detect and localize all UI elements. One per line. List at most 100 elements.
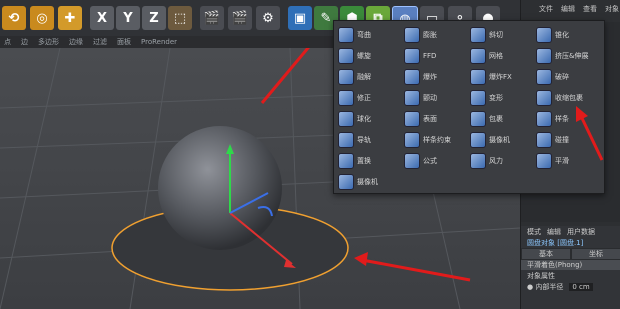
deformer-icon (470, 48, 486, 64)
deformer-label: 融解 (357, 73, 371, 81)
deformer-label: 网格 (489, 52, 503, 60)
deformer-label: 斜切 (489, 31, 503, 39)
deformer-label: 变形 (489, 94, 503, 102)
deformer-icon (536, 27, 552, 43)
deformer-item[interactable]: 网格 (470, 46, 534, 66)
inner-radius-field[interactable]: 0 cm (569, 282, 593, 291)
deformer-label: 公式 (423, 157, 437, 165)
deformer-item[interactable]: 表面 (404, 109, 468, 129)
deformer-icon (536, 69, 552, 85)
menu-prorender[interactable]: ProRender (141, 38, 177, 46)
deformer-item[interactable]: 变形 (470, 88, 534, 108)
viewport-menubar: 点 边 多边形 边缘 过滤 面板 ProRender (0, 36, 344, 48)
section-label: 对象属性 (527, 271, 555, 280)
deformer-label: 爆炸 (423, 73, 437, 81)
deformer-item[interactable]: 样条约束 (404, 130, 468, 150)
tab-basic[interactable]: 基本 (521, 247, 571, 260)
deformer-icon (404, 90, 420, 106)
deformer-item[interactable]: 融解 (338, 67, 402, 87)
render-view-icon[interactable]: 🎬 (200, 6, 224, 30)
deformer-icon (338, 27, 354, 43)
deformer-label: 置换 (357, 157, 371, 165)
deformer-item[interactable]: 置换 (338, 151, 402, 171)
menu-panel[interactable]: 面板 (117, 37, 131, 47)
menu-polygons[interactable]: 多边形 (38, 37, 59, 47)
deformer-label: 膨胀 (423, 31, 437, 39)
deformer-icon (338, 132, 354, 148)
deformer-icon (536, 153, 552, 169)
deformer-item[interactable]: 导轨 (338, 130, 402, 150)
inner-radius-label: ● 内部半径 (527, 282, 564, 291)
deformer-item[interactable]: 螺旋 (338, 46, 402, 66)
deformer-label: 颤动 (423, 94, 437, 102)
tab-object[interactable]: 对象 (605, 4, 619, 14)
deformer-label: 表面 (423, 115, 437, 123)
attr-tab-userdata[interactable]: 用户数据 (567, 227, 595, 237)
deformer-label: 样条约束 (423, 136, 451, 144)
phong-tab[interactable]: 平滑着色(Phong) (527, 260, 582, 270)
deformer-item[interactable]: 摄像机 (338, 172, 402, 192)
deformer-icon (536, 132, 552, 148)
deformer-icon (338, 174, 354, 190)
deformer-label: FFD (423, 52, 437, 60)
deformer-label: 碰撞 (555, 136, 569, 144)
deformer-item[interactable]: 膨胀 (404, 25, 468, 45)
live-selection-icon[interactable]: ◎ (30, 6, 54, 30)
menu-points[interactable]: 点 (4, 37, 11, 47)
deformer-label: 弯曲 (357, 31, 371, 39)
attr-tab-mode[interactable]: 模式 (527, 227, 541, 237)
deformer-item[interactable]: 斜切 (470, 25, 534, 45)
deformer-item[interactable]: 修正 (338, 88, 402, 108)
deformer-icon (404, 111, 420, 127)
deformer-label: 锥化 (555, 31, 569, 39)
menu-filter[interactable]: 过滤 (93, 37, 107, 47)
render-settings-icon[interactable]: ⚙ (256, 6, 280, 30)
deformer-item[interactable]: 摄像机 (470, 130, 534, 150)
z-axis-button[interactable]: Z (142, 6, 166, 30)
attr-tab-edit[interactable]: 编辑 (547, 227, 561, 237)
deformer-item[interactable]: 爆炸FX (470, 67, 534, 87)
deformer-icon (470, 132, 486, 148)
deformer-icon (470, 27, 486, 43)
deformer-item[interactable]: 弯曲 (338, 25, 402, 45)
deformer-item[interactable]: 锥化 (536, 25, 600, 45)
deformer-icon (470, 90, 486, 106)
tab-file[interactable]: 文件 (539, 4, 553, 14)
deformer-icon (470, 111, 486, 127)
sphere-object (158, 126, 282, 250)
tab-edit[interactable]: 编辑 (561, 4, 575, 14)
tab-view[interactable]: 查看 (583, 4, 597, 14)
render-picture-icon[interactable]: 🎬 (228, 6, 252, 30)
deformer-label: 平滑 (555, 157, 569, 165)
deformer-icon (536, 111, 552, 127)
deformer-item[interactable]: 包裹 (470, 109, 534, 129)
deformer-item[interactable]: 球化 (338, 109, 402, 129)
cube-icon[interactable]: ▣ (288, 6, 312, 30)
deformer-label: 导轨 (357, 136, 371, 144)
menu-border[interactable]: 边缘 (69, 37, 83, 47)
deformer-item[interactable]: 破碎 (536, 67, 600, 87)
deformer-label: 包裹 (489, 115, 503, 123)
undo-icon[interactable]: ⟲ (2, 6, 26, 30)
deformer-label: 破碎 (555, 73, 569, 81)
deformer-item[interactable]: 爆炸 (404, 67, 468, 87)
object-title: 圆盘对象 [圆盘.1] (527, 238, 584, 247)
deformer-icon (338, 153, 354, 169)
deformer-item[interactable]: 颤动 (404, 88, 468, 108)
deformer-icon (404, 48, 420, 64)
deformer-item[interactable]: 挤压&伸展 (536, 46, 600, 66)
move-icon[interactable]: ✚ (58, 6, 82, 30)
x-axis-button[interactable]: X (90, 6, 114, 30)
coordinate-system-icon[interactable]: ⬚ (168, 6, 192, 30)
deformer-item[interactable]: FFD (404, 46, 468, 66)
deformer-item[interactable]: 风力 (470, 151, 534, 171)
deformer-icon (470, 153, 486, 169)
tab-coord[interactable]: 坐标 (571, 247, 620, 260)
y-axis-button[interactable]: Y (116, 6, 140, 30)
deformer-item[interactable]: 公式 (404, 151, 468, 171)
deformer-label: 摄像机 (357, 178, 378, 186)
deformer-label: 风力 (489, 157, 503, 165)
deformer-label: 挤压&伸展 (555, 52, 589, 60)
menu-edges[interactable]: 边 (21, 37, 28, 47)
deformer-label: 球化 (357, 115, 371, 123)
